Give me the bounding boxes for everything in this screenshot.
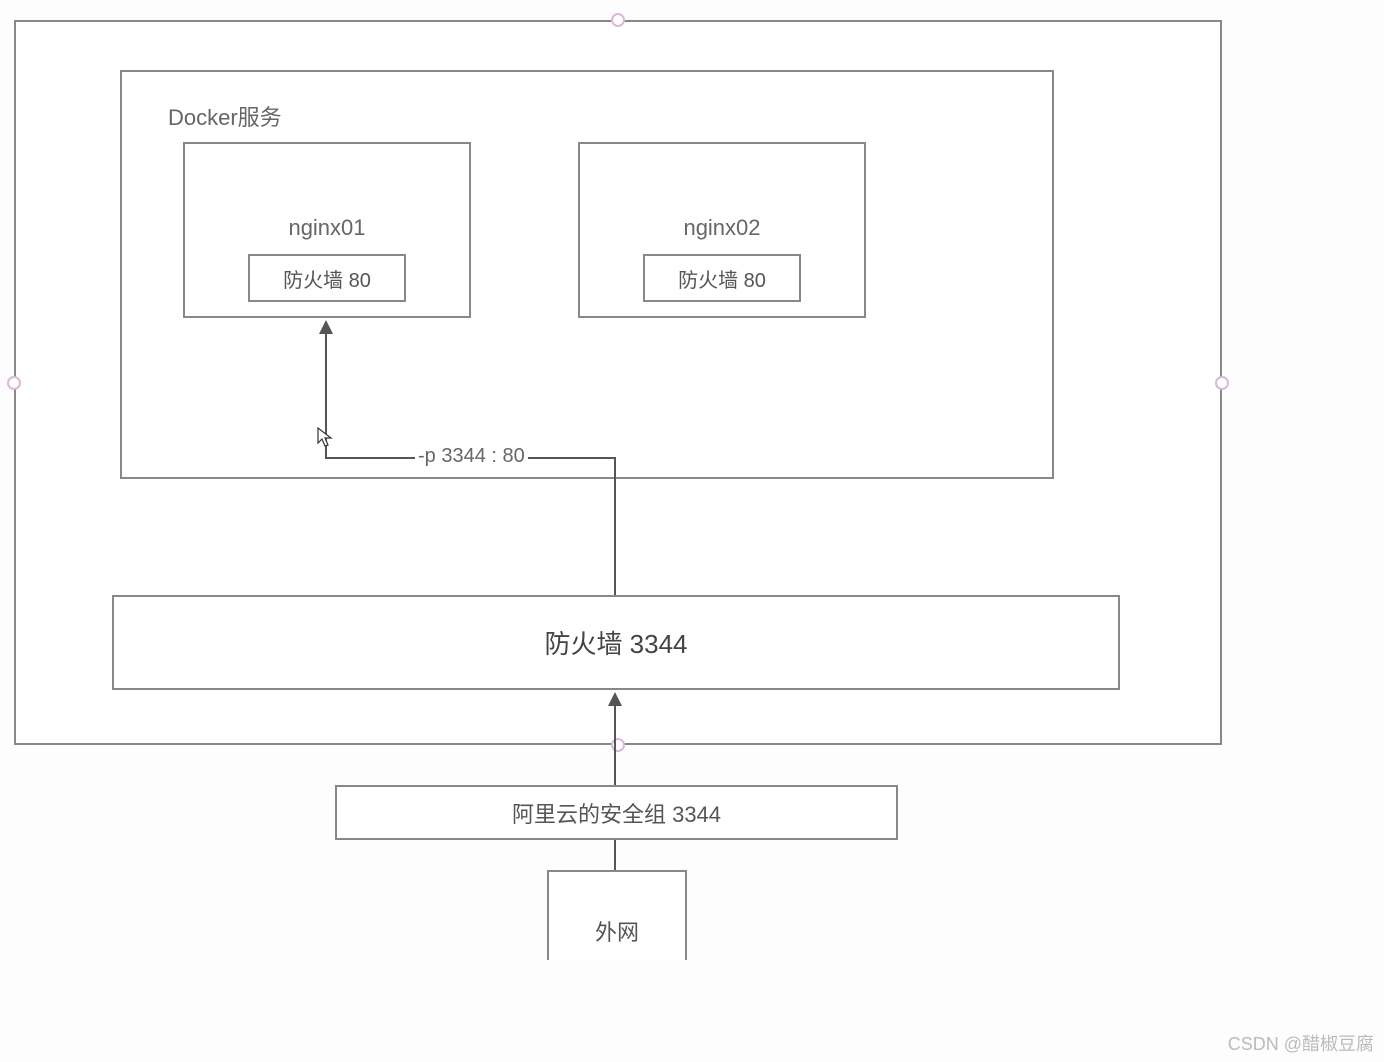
selection-handle-right[interactable] [1215,376,1229,390]
nginx02-title: nginx02 [578,215,866,241]
security-group-box: 阿里云的安全组 3344 [335,785,898,840]
watermark-text: CSDN @醋椒豆腐 [1228,1030,1374,1056]
arrow-vertical-nginx01 [325,333,327,459]
nginx02-firewall-label: 防火墙 80 [678,264,766,293]
docker-service-label: Docker服务 [168,100,282,132]
security-group-label: 阿里云的安全组 3344 [512,797,721,829]
nginx01-firewall-label: 防火墙 80 [283,264,371,293]
firewall-main-box: 防火墙 3344 [112,595,1120,690]
arrow-vertical-firewall [614,705,616,785]
arrowhead-nginx01 [319,320,333,334]
external-net-label: 外网 [595,915,639,947]
nginx02-firewall-box: 防火墙 80 [643,254,801,302]
line-horizontal-right [528,457,616,459]
arrow-vertical-security [614,840,616,870]
selection-handle-top[interactable] [611,13,625,27]
arrowhead-firewall [608,692,622,706]
firewall-main-label: 防火墙 3344 [544,624,687,661]
nginx01-title: nginx01 [183,215,471,241]
nginx01-firewall-box: 防火墙 80 [248,254,406,302]
external-net-box: 外网 [547,870,687,960]
line-vertical-to-firewall [614,457,616,595]
selection-handle-left[interactable] [7,376,21,390]
line-horizontal-left [326,457,415,459]
port-mapping-label: -p 3344 : 80 [418,445,525,468]
